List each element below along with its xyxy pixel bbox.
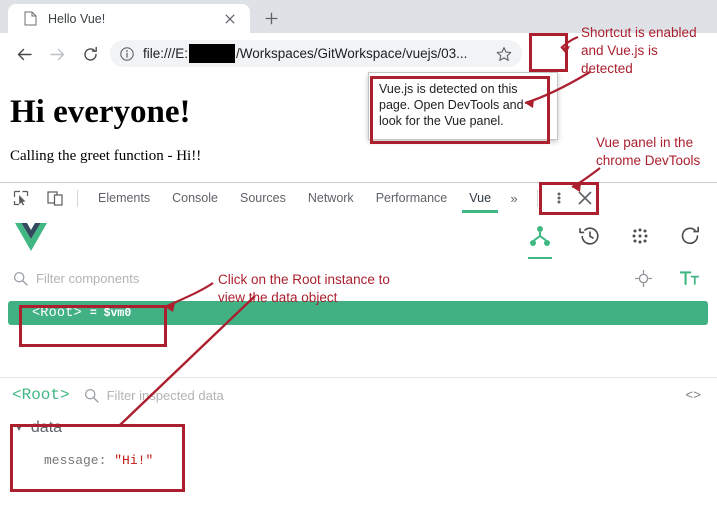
- tab-sources[interactable]: Sources: [229, 184, 297, 213]
- page-paragraph: Calling the greet function - Hi!!: [10, 148, 202, 164]
- vue-panel-tools: [527, 221, 703, 259]
- annotation-box-root-row: [19, 305, 167, 347]
- component-tree-icon[interactable]: [527, 221, 553, 259]
- annotation-vue-panel: Vue panel in the chrome DevTools: [596, 135, 701, 168]
- tab-performance[interactable]: Performance: [365, 184, 459, 213]
- annotation-box-vue-tab: [539, 182, 599, 215]
- arrow-right-icon[interactable]: [45, 42, 69, 66]
- annotation-box-data-object: [10, 424, 185, 492]
- code-view-toggle[interactable]: <>: [685, 388, 701, 403]
- toolbar-divider: [77, 189, 78, 207]
- search-icon: [12, 270, 28, 286]
- annotation-box-extension-icon: [529, 33, 568, 72]
- url-redaction-box: [189, 44, 236, 63]
- close-icon[interactable]: [222, 11, 238, 27]
- tab-console[interactable]: Console: [161, 184, 229, 213]
- inspect-element-icon[interactable]: [8, 186, 34, 210]
- vue-panel-header: [0, 213, 717, 262]
- star-icon[interactable]: [495, 45, 513, 63]
- filter-inspected-data-input[interactable]: [106, 387, 686, 403]
- browser-tab-title: Hello Vue!: [48, 11, 106, 26]
- events-icon[interactable]: [627, 221, 653, 251]
- target-select-icon[interactable]: [633, 268, 653, 288]
- annotation-click-root: Click on the Root instance to view the d…: [218, 272, 390, 305]
- address-bar[interactable]: file:///E: /Workspaces/GitWorkspace/vuej…: [110, 40, 522, 67]
- arrow-left-icon[interactable]: [12, 42, 36, 66]
- vue-logo-icon: [14, 221, 48, 253]
- annotation-box-tooltip: [370, 76, 550, 144]
- more-tabs-icon[interactable]: »: [502, 186, 526, 210]
- component-filter-actions: [633, 268, 699, 288]
- new-tab-button[interactable]: [258, 6, 284, 30]
- device-toolbar-icon[interactable]: [42, 186, 68, 210]
- toolbar-divider-2: [537, 189, 539, 207]
- page-icon: [22, 11, 38, 27]
- refresh-icon[interactable]: [677, 221, 703, 251]
- browser-tab[interactable]: Hello Vue!: [8, 4, 250, 33]
- info-circle-icon[interactable]: [119, 46, 135, 62]
- tab-network[interactable]: Network: [297, 184, 365, 213]
- devtools-tab-bar: Elements Console Sources Network Perform…: [0, 183, 717, 214]
- inspected-data-header: <Root> <>: [0, 377, 717, 413]
- text-size-icon[interactable]: [679, 268, 699, 288]
- tab-vue[interactable]: Vue: [458, 184, 502, 213]
- time-travel-icon[interactable]: [577, 221, 603, 251]
- reload-icon[interactable]: [78, 42, 102, 66]
- address-bar-url: file:///E: /Workspaces/GitWorkspace/vuej…: [143, 44, 495, 63]
- screenshot-root: Hello Vue! file:///E: /Workspaces/GitWor…: [0, 0, 717, 506]
- tab-elements[interactable]: Elements: [87, 184, 161, 213]
- search-icon: [84, 387, 100, 403]
- page-heading: Hi everyone!: [10, 94, 191, 130]
- annotation-shortcut-enabled: Shortcut is enabled and Vue.js is detect…: [581, 25, 697, 76]
- url-suffix: /Workspaces/GitWorkspace/vuejs/03...: [236, 46, 468, 61]
- url-prefix: file:///E:: [143, 46, 189, 61]
- inspected-root-label: <Root>: [12, 386, 70, 404]
